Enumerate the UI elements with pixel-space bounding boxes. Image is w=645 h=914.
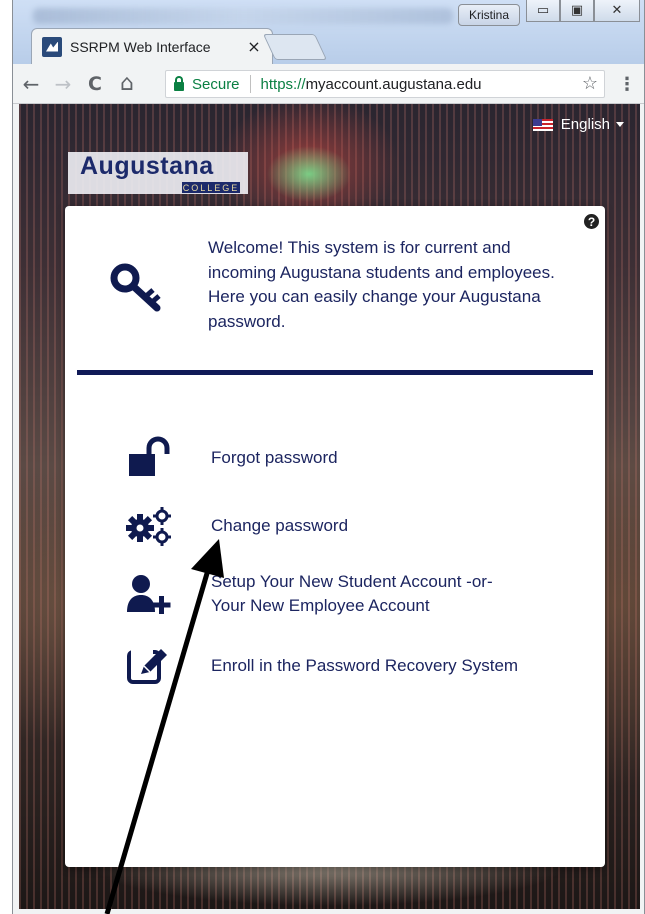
help-icon[interactable]: ? [584, 214, 599, 229]
logo-wordmark: Augustana [80, 152, 214, 180]
change-password-label: Change password [211, 516, 349, 535]
gears-icon [126, 507, 171, 546]
new-tab-button[interactable] [262, 34, 328, 60]
address-divider [249, 75, 251, 93]
url-scheme: https:// [260, 75, 306, 93]
main-card: ? Welcome! This system is for current an… [65, 206, 605, 867]
key-icon [110, 263, 161, 312]
logo-subtext: COLLEGE [182, 182, 240, 193]
language-label: English [560, 116, 610, 133]
forgot-password-link[interactable]: Forgot password [125, 436, 338, 480]
forward-button[interactable]: → [49, 70, 77, 98]
browser-window: SSRPM Web Interface × Kristina ▭ ▣ ✕ ← →… [12, 0, 645, 914]
minimize-button[interactable]: ▭ [526, 0, 560, 22]
unlock-icon [129, 436, 170, 476]
tab-title: SSRPM Web Interface [70, 38, 211, 55]
setup-account-link[interactable]: Setup Your New Student Account -or- Your… [125, 572, 493, 616]
setup-account-label: Setup Your New Student Account -or- [211, 572, 493, 591]
enroll-recovery-link[interactable]: Enroll in the Password Recovery System [125, 644, 518, 688]
secure-label: Secure [192, 75, 240, 93]
blurred-bookmarks [33, 8, 453, 24]
address-bar[interactable]: Secure https:// myaccount.augustana.edu … [165, 70, 605, 98]
title-bar: SSRPM Web Interface × Kristina ▭ ▣ ✕ [13, 0, 644, 64]
change-password-link[interactable]: Change password [125, 504, 348, 548]
tab-close-icon[interactable]: × [242, 37, 266, 56]
lock-icon [174, 76, 184, 91]
language-selector[interactable]: English [532, 116, 624, 133]
browser-tab[interactable]: SSRPM Web Interface × [31, 28, 273, 64]
maximize-button[interactable]: ▣ [560, 0, 594, 22]
url-host: myaccount.augustana.edu [305, 75, 482, 93]
forgot-password-label: Forgot password [211, 448, 338, 467]
divider-rule [77, 370, 593, 375]
page-viewport: English Augustana COLLEGE ? Welcome! Thi… [19, 104, 640, 909]
site-favicon-icon [42, 36, 62, 57]
home-button[interactable]: ⌂ [113, 70, 141, 98]
caret-down-icon [616, 122, 624, 127]
bookmark-star-icon[interactable]: ☆ [582, 73, 598, 94]
welcome-message: Welcome! This system is for current and … [208, 238, 555, 331]
user-plus-icon [127, 575, 171, 614]
browser-menu-icon[interactable]: ⋮ [615, 72, 639, 96]
back-button[interactable]: ← [17, 70, 45, 98]
augustana-logo: Augustana COLLEGE [68, 152, 248, 194]
edit-icon [127, 649, 167, 684]
setup-account-label-2: Your New Employee Account [211, 596, 430, 615]
enroll-recovery-label: Enroll in the Password Recovery System [211, 656, 519, 675]
close-window-button[interactable]: ✕ [594, 0, 640, 22]
browser-toolbar: ← → C ⌂ Secure https:// myaccount.august… [13, 64, 644, 104]
us-flag-icon [532, 118, 553, 131]
reload-button[interactable]: C [81, 70, 109, 98]
profile-button[interactable]: Kristina [458, 4, 520, 26]
